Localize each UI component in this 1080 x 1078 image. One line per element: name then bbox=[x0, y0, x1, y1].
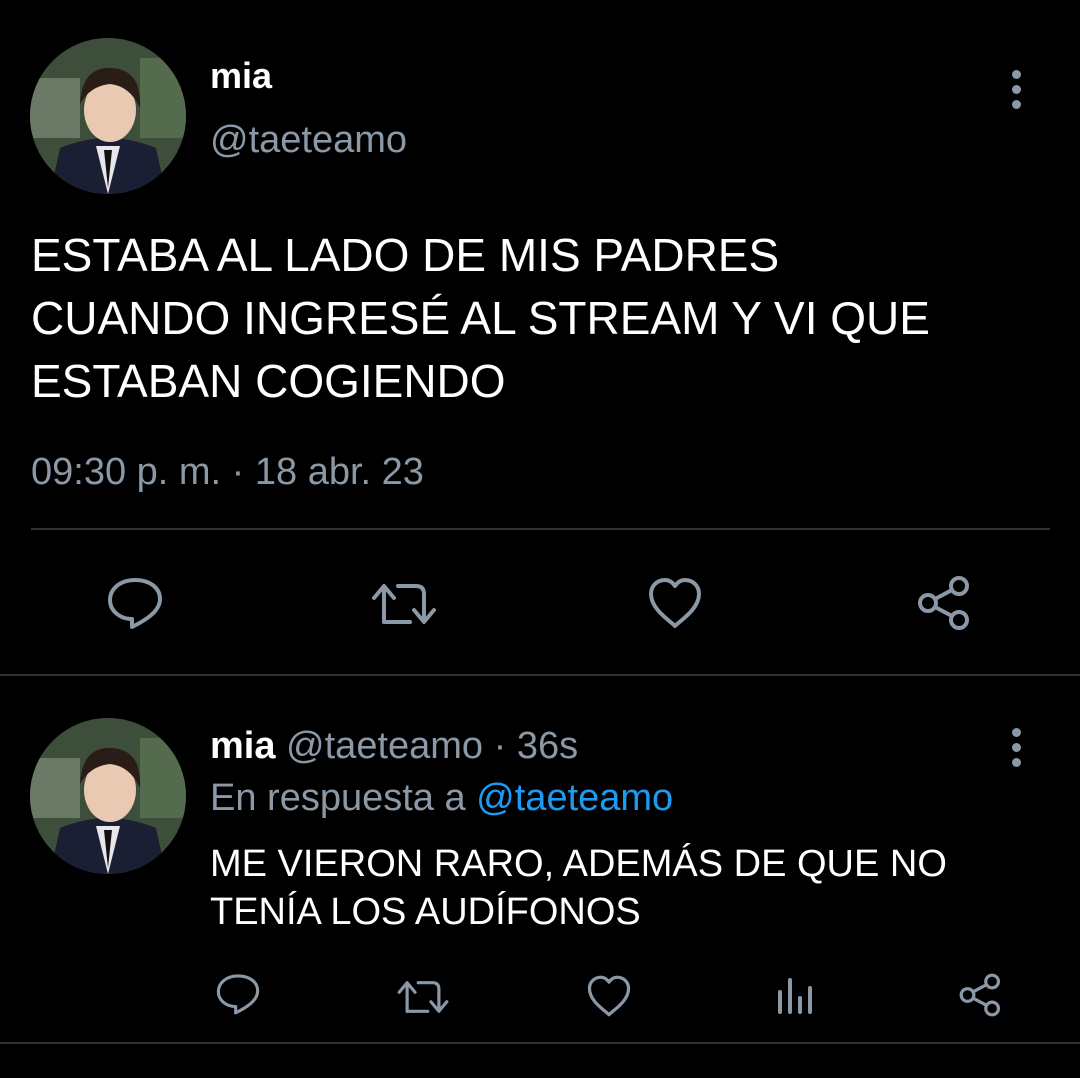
more-options-icon[interactable] bbox=[1012, 728, 1024, 773]
reply-icon bbox=[108, 578, 162, 629]
like-button[interactable] bbox=[586, 974, 632, 1018]
avatar[interactable] bbox=[30, 38, 186, 194]
user-handle[interactable]: @taeteamo bbox=[210, 118, 407, 162]
heart-icon bbox=[649, 578, 701, 628]
analytics-icon bbox=[778, 978, 812, 1014]
like-button[interactable] bbox=[647, 576, 703, 630]
divider bbox=[31, 528, 1050, 530]
display-name[interactable]: mia bbox=[210, 56, 272, 96]
mention-link[interactable]: @taeteamo bbox=[476, 777, 673, 819]
retweet-icon bbox=[397, 981, 449, 1013]
display-name[interactable]: mia bbox=[210, 725, 275, 767]
analytics-button[interactable] bbox=[776, 976, 816, 1016]
tweet-text: ME VIERON RARO, ADEMÁS DE QUE NO TENÍA L… bbox=[210, 840, 947, 936]
tweet-text-line: ESTABA AL LADO DE MIS PADRES bbox=[31, 229, 780, 281]
tweet-text-line: ESTABAN COGIENDO bbox=[31, 355, 506, 407]
more-options-icon[interactable] bbox=[1012, 70, 1024, 115]
reply-button[interactable] bbox=[106, 575, 164, 631]
tweet-text-line: CUANDO INGRESÉ AL STREAM Y VI QUE bbox=[31, 292, 930, 344]
heart-icon bbox=[587, 975, 631, 1017]
share-icon bbox=[959, 973, 1001, 1017]
tweet-text-line: ME VIERON RARO, ADEMÁS DE QUE NO bbox=[210, 843, 947, 885]
retweet-icon bbox=[372, 584, 436, 624]
tweet-text-line: TENÍA LOS AUDÍFONOS bbox=[210, 891, 641, 933]
reply-prefix: En respuesta a bbox=[210, 777, 466, 819]
avatar[interactable] bbox=[30, 718, 186, 874]
reply-button[interactable] bbox=[215, 972, 261, 1016]
reply-icon bbox=[216, 974, 260, 1015]
share-button[interactable] bbox=[958, 972, 1004, 1018]
retweet-button[interactable] bbox=[396, 976, 450, 1018]
share-icon bbox=[918, 576, 969, 630]
bottom-divider bbox=[0, 1042, 1080, 1044]
user-handle[interactable]: @taeteamo bbox=[286, 725, 483, 767]
tweet-text: ESTABA AL LADO DE MIS PADRES CUANDO INGR… bbox=[31, 224, 930, 413]
reply-context: En respuesta a @taeteamo bbox=[210, 776, 673, 820]
separator: · bbox=[493, 725, 507, 767]
reply-header: mia @taeteamo · 36s bbox=[210, 724, 578, 768]
section-divider bbox=[0, 674, 1080, 676]
avatar-photo bbox=[30, 718, 186, 874]
tweet-timestamp[interactable]: 09:30 p. m. · 18 abr. 23 bbox=[31, 450, 424, 494]
relative-time[interactable]: 36s bbox=[517, 725, 578, 767]
avatar-photo bbox=[30, 38, 186, 194]
share-button[interactable] bbox=[916, 574, 974, 632]
retweet-button[interactable] bbox=[370, 578, 438, 630]
